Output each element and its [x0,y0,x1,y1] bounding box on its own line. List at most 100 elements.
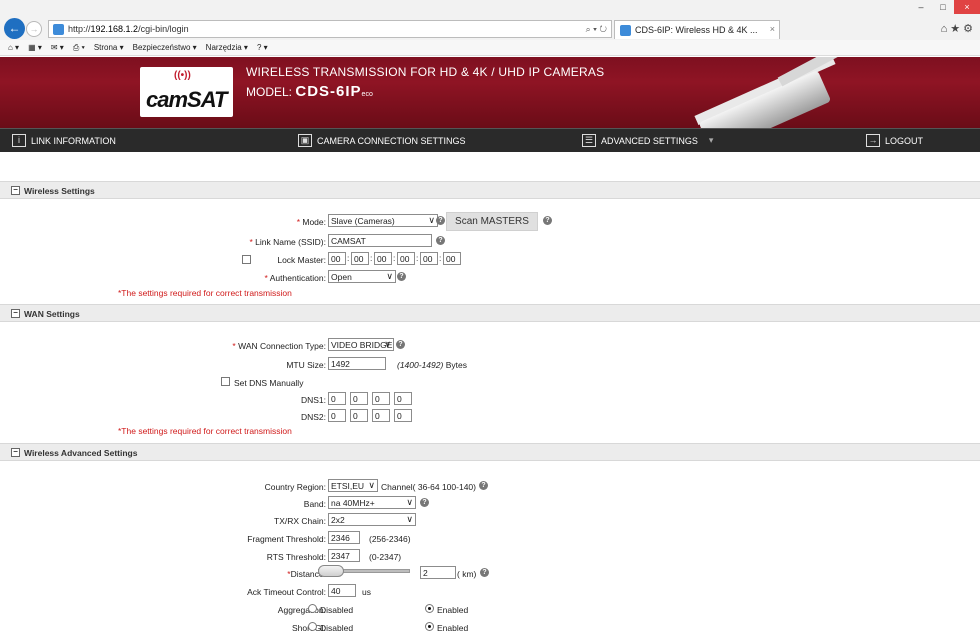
ack-timeout-unit: us [362,587,371,597]
help-icon[interactable]: ? [396,340,405,349]
help-icon[interactable]: ? [543,216,552,225]
dns2-octet-3[interactable]: 0 [372,409,390,422]
mac-octet-6[interactable]: 00 [443,252,461,265]
help-icon[interactable]: ? [436,236,445,245]
aggregation-enabled-radio[interactable] [425,604,434,613]
mac-octet-4[interactable]: 00 [397,252,415,265]
cmd-home[interactable]: ⌂ ▾ [8,43,19,52]
ssid-input[interactable]: CAMSAT [328,234,432,247]
lock-master-checkbox[interactable] [242,255,251,264]
help-icon[interactable]: ? [420,498,429,507]
aggregation-label: Aggregation: [277,605,326,615]
browser-tab[interactable]: CDS-6IP: Wireless HD & 4K ... × [614,20,780,39]
nav-camera-connection[interactable]: ▣ CAMERA CONNECTION SETTINGS [298,134,466,147]
nav-logout[interactable]: → LOGOUT [866,134,923,147]
camsat-logo: ((•)) camSAT [140,67,233,117]
mac-sep: : [439,253,442,263]
section-wireless-advanced[interactable]: − Wireless Advanced Settings [0,443,980,461]
dns1-octet-1[interactable]: 0 [328,392,346,405]
rts-input[interactable]: 2347 [328,549,360,562]
browser-chrome: – □ × ← → http://192.168.1.2/cgi-bin/log… [0,0,980,40]
logout-icon: → [866,134,880,147]
home-favorites-settings-icons[interactable]: ⌂★⚙ [941,22,976,35]
tab-close-icon[interactable]: × [770,24,775,34]
cmd-help[interactable]: ? ▾ [257,43,268,52]
scan-masters-button[interactable]: Scan MASTERS [446,212,538,231]
txrx-label: TX/RX Chain: [274,516,326,526]
fragment-input[interactable]: 2346 [328,531,360,544]
set-dns-label: Set DNS Manually [234,378,304,388]
set-dns-checkbox[interactable] [221,377,230,386]
nav-link-information[interactable]: i LINK INFORMATION [12,134,116,147]
band-select[interactable]: na 40MHz+ ∨ [328,496,416,509]
mtu-label: MTU Size: [286,360,326,370]
txrx-select[interactable]: 2x2 ∨ [328,513,416,526]
collapse-icon[interactable]: − [11,448,20,457]
address-bar[interactable]: http://192.168.1.2/cgi-bin/login ⌕ ▾ ↻ [48,20,612,38]
collapse-icon[interactable]: − [11,309,20,318]
address-url: http://192.168.1.2/cgi-bin/login [68,24,189,34]
cmd-mail[interactable]: ✉ ▾ [51,43,64,52]
cmd-tools[interactable]: Narzędzia ▾ [206,43,248,52]
address-tools-icons[interactable]: ⌕ ▾ ↻ [586,24,607,35]
ack-timeout-label: Ack Timeout Control: [247,587,326,597]
forward-button[interactable]: → [26,21,42,37]
distance-slider-handle[interactable] [318,565,344,577]
authentication-select[interactable]: Open ∨ [328,270,396,283]
close-window-button[interactable]: × [954,0,980,14]
collapse-icon[interactable]: − [11,186,20,195]
dns2-octet-1[interactable]: 0 [328,409,346,422]
page-favicon-icon [53,24,64,35]
mac-sep: : [393,253,396,263]
channel-text: Channel( 36-64 100-140) [381,482,476,492]
cmd-feeds[interactable]: ▦ ▾ [28,43,42,52]
ack-timeout-input[interactable]: 40 [328,584,356,597]
required-note: *The settings required for correct trans… [118,288,292,298]
dns2-octet-2[interactable]: 0 [350,409,368,422]
mac-octet-3[interactable]: 00 [374,252,392,265]
required-note: *The settings required for correct trans… [118,426,292,436]
mac-octet-1[interactable]: 00 [328,252,346,265]
short-gi-enabled-radio[interactable] [425,622,434,631]
maximize-button[interactable]: □ [932,0,954,14]
minimize-button[interactable]: – [910,0,932,14]
dns2-octet-4[interactable]: 0 [394,409,412,422]
fragment-range: (256-2346) [369,534,411,544]
info-icon: i [12,134,26,147]
mac-octet-5[interactable]: 00 [420,252,438,265]
camera-icon: ▣ [298,134,312,147]
back-button[interactable]: ← [4,18,25,39]
short-gi-disabled-radio[interactable] [308,622,317,631]
dns1-label: DNS1: [300,395,326,405]
logo-text: camSAT [146,87,227,112]
dns1-octet-4[interactable]: 0 [394,392,412,405]
nav-advanced-settings[interactable]: ☰ ADVANCED SETTINGS ▾ [582,134,713,147]
help-icon[interactable]: ? [480,568,489,577]
help-icon[interactable]: ? [436,216,445,225]
fragment-label: Fragment Threshold: [247,534,326,544]
dns1-octet-2[interactable]: 0 [350,392,368,405]
wan-type-select[interactable]: VIDEO BRIDGE ∨ [328,338,394,351]
mtu-input[interactable]: 1492 [328,357,386,370]
header-title: WIRELESS TRANSMISSION FOR HD & 4K / UHD … [246,65,605,79]
mode-select[interactable]: Slave (Cameras) ∨ [328,214,438,227]
help-icon[interactable]: ? [397,272,406,281]
cmd-safety[interactable]: Bezpieczeństwo ▾ [133,43,197,52]
mac-octet-2[interactable]: 00 [351,252,369,265]
short-gi-enabled-label: Enabled [437,623,469,633]
section-wan-settings[interactable]: − WAN Settings [0,304,980,322]
camera-image [698,70,832,128]
chevron-down-icon: ∨ [406,514,413,524]
help-icon[interactable]: ? [479,481,488,490]
chevron-down-icon: ∨ [386,271,393,281]
cmd-print[interactable]: ⎙ ▾ [73,43,85,53]
cmd-page[interactable]: Strona ▾ [94,43,124,52]
chevron-down-icon: ▾ [708,135,714,145]
distance-input[interactable]: 2 [420,566,456,579]
mac-sep: : [347,253,350,263]
section-wireless-settings[interactable]: − Wireless Settings [0,181,980,199]
aggregation-disabled-radio[interactable] [308,604,317,613]
band-label: Band: [303,499,326,509]
country-select[interactable]: ETSI,EU ∨ [328,479,378,492]
dns1-octet-3[interactable]: 0 [372,392,390,405]
